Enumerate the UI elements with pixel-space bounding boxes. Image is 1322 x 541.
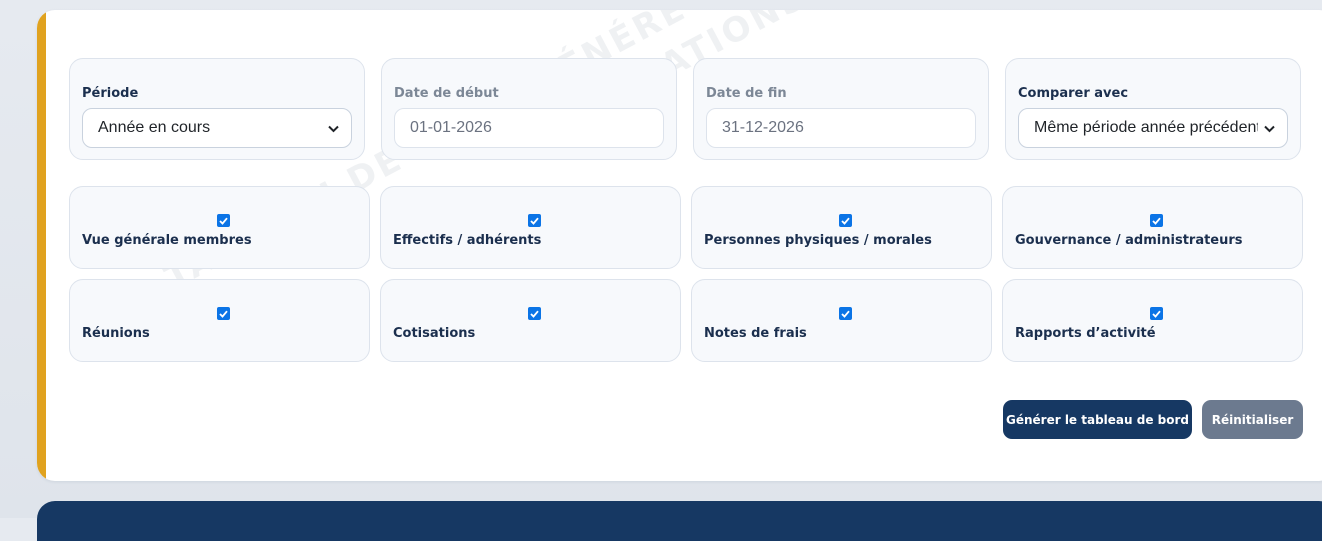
comparer-selected-value: Même période année précédente — [1034, 119, 1258, 136]
section-option-effectifs[interactable]: Effectifs / adhérents — [380, 186, 681, 269]
date-debut-value: 01-01-2026 — [410, 119, 492, 136]
generate-dashboard-button[interactable]: Générer le tableau de bord — [1003, 400, 1192, 439]
reset-button[interactable]: Réinitialiser — [1202, 400, 1303, 439]
card-accent-bar — [37, 10, 46, 481]
checkbox-checked-icon[interactable] — [839, 307, 852, 320]
section-option-label: Vue générale membres — [82, 233, 252, 248]
section-option-rapports[interactable]: Rapports d’activité — [1002, 279, 1303, 362]
periode-selected-value: Année en cours — [98, 119, 211, 136]
section-option-notes-de-frais[interactable]: Notes de frais — [691, 279, 992, 362]
checkbox-checked-icon[interactable] — [217, 307, 230, 320]
section-option-gouvernance[interactable]: Gouvernance / administrateurs — [1002, 186, 1303, 269]
comparer-select[interactable]: Même période année précédente — [1018, 108, 1288, 148]
next-section-header — [37, 501, 1322, 541]
section-option-vue-generale[interactable]: Vue générale membres — [69, 186, 370, 269]
checkbox-checked-icon[interactable] — [528, 307, 541, 320]
checkbox-checked-icon[interactable] — [1150, 214, 1163, 227]
checkbox-checked-icon[interactable] — [528, 214, 541, 227]
section-option-label: Notes de frais — [704, 326, 807, 341]
section-option-label: Cotisations — [393, 326, 476, 341]
date-fin-value: 31-12-2026 — [722, 119, 804, 136]
chevron-down-icon — [328, 121, 339, 136]
section-option-cotisations[interactable]: Cotisations — [380, 279, 681, 362]
section-option-label: Effectifs / adhérents — [393, 233, 542, 248]
section-option-label: Réunions — [82, 326, 150, 341]
periode-label: Période — [82, 86, 139, 101]
date-debut-field: Date de début 01-01-2026 — [381, 58, 677, 160]
chevron-down-icon — [1264, 121, 1275, 136]
date-debut-label: Date de début — [394, 86, 499, 101]
checkbox-checked-icon[interactable] — [1150, 307, 1163, 320]
comparer-label: Comparer avec — [1018, 86, 1129, 101]
date-fin-input[interactable]: 31-12-2026 — [706, 108, 976, 148]
checkbox-checked-icon[interactable] — [217, 214, 230, 227]
date-fin-label: Date de fin — [706, 86, 787, 101]
section-option-label: Gouvernance / administrateurs — [1015, 233, 1243, 248]
date-debut-input[interactable]: 01-01-2026 — [394, 108, 664, 148]
periode-select[interactable]: Année en cours — [82, 108, 352, 148]
section-option-reunions[interactable]: Réunions — [69, 279, 370, 362]
periode-field: Période Année en cours — [69, 58, 365, 160]
section-option-label: Rapports d’activité — [1015, 326, 1156, 341]
section-option-personnes[interactable]: Personnes physiques / morales — [691, 186, 992, 269]
comparer-field: Comparer avec Même période année précéde… — [1005, 58, 1301, 160]
section-option-label: Personnes physiques / morales — [704, 233, 932, 248]
dashboard-settings-card: TABLEAU DE BORD GÉNÉRÉ AUTOMATIQUEMENT P… — [37, 10, 1322, 481]
date-fin-field: Date de fin 31-12-2026 — [693, 58, 989, 160]
checkbox-checked-icon[interactable] — [839, 214, 852, 227]
